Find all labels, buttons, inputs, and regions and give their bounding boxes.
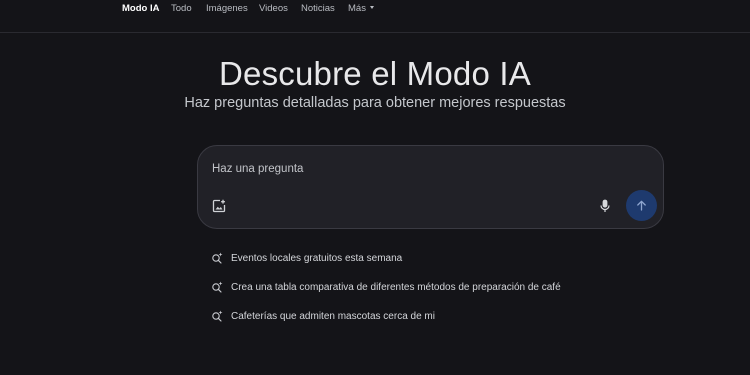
page-subtitle: Haz preguntas detalladas para obtener me…	[184, 95, 566, 111]
search-tabs-bar: Modo IA Todo Imágenes Videos Noticias Má…	[0, 0, 750, 33]
tab-mas-label: Más	[348, 3, 366, 14]
suggestion-item[interactable]: Cafeterías que admiten mascotas cerca de…	[211, 308, 435, 324]
tab-todo[interactable]: Todo	[171, 3, 192, 14]
tab-modo-ia[interactable]: Modo IA	[122, 3, 159, 14]
microphone-icon	[600, 199, 610, 212]
suggestion-label: Eventos locales gratuitos esta semana	[231, 252, 403, 264]
voice-search-button[interactable]	[596, 196, 614, 216]
suggestion-label: Cafeterías que admiten mascotas cerca de…	[231, 310, 435, 322]
tab-videos[interactable]: Videos	[259, 3, 288, 14]
add-image-icon	[212, 199, 226, 213]
send-button[interactable]	[626, 190, 657, 221]
suggestion-label: Crea una tabla comparativa de diferentes…	[231, 281, 561, 293]
add-image-button[interactable]	[210, 197, 228, 215]
tab-mas[interactable]: Más	[348, 3, 374, 14]
tab-noticias[interactable]: Noticias	[301, 3, 335, 14]
tab-imagenes[interactable]: Imágenes	[206, 3, 248, 14]
sparkle-search-icon	[211, 310, 223, 322]
sparkle-search-icon	[211, 252, 223, 264]
ask-box	[197, 145, 664, 229]
caret-down-icon	[369, 5, 374, 9]
page-title: Descubre el Modo IA	[219, 55, 531, 92]
question-input[interactable]	[212, 160, 612, 178]
sparkle-search-icon	[211, 281, 223, 293]
ai-mode-page: Modo IA Todo Imágenes Videos Noticias Má…	[0, 0, 750, 375]
suggestion-item[interactable]: Eventos locales gratuitos esta semana	[211, 250, 402, 266]
arrow-up-icon	[637, 200, 646, 211]
suggestion-item[interactable]: Crea una tabla comparativa de diferentes…	[211, 279, 561, 295]
